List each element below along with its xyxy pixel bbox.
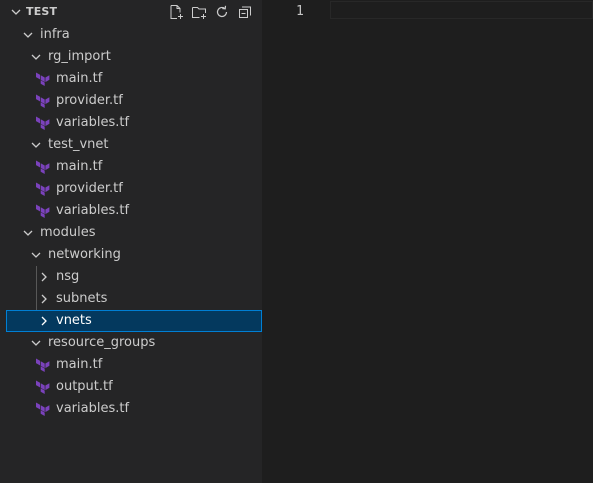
explorer-sidebar: TEST infra rg_import main.tf provider.tf… xyxy=(0,0,262,483)
folder-label: networking xyxy=(48,247,121,262)
explorer-actions xyxy=(168,4,253,20)
new-folder-icon[interactable] xyxy=(191,4,207,20)
refresh-icon[interactable] xyxy=(214,4,230,20)
tree-file-main-tf[interactable]: main.tf xyxy=(0,354,262,376)
folder-label: subnets xyxy=(56,291,108,306)
terraform-icon xyxy=(36,116,50,130)
chevron-down-icon xyxy=(28,137,44,153)
chevron-down-icon xyxy=(20,225,36,241)
chevron-right-icon xyxy=(36,291,52,307)
chevron-down-icon xyxy=(28,49,44,65)
tree-folder-resource-groups[interactable]: resource_groups xyxy=(0,332,262,354)
tree-file-variables-tf[interactable]: variables.tf xyxy=(0,398,262,420)
new-file-icon[interactable] xyxy=(168,4,184,20)
terraform-icon xyxy=(36,204,50,218)
tree-file-provider-tf[interactable]: provider.tf xyxy=(0,178,262,200)
folder-label: modules xyxy=(40,225,96,240)
workspace-title: TEST xyxy=(26,5,58,18)
file-label: main.tf xyxy=(56,71,103,86)
folder-label: test_vnet xyxy=(48,137,109,152)
tree-file-variables-tf[interactable]: variables.tf xyxy=(0,112,262,134)
file-label: main.tf xyxy=(56,159,103,174)
tree-folder-subnets[interactable]: subnets xyxy=(0,288,262,310)
terraform-icon xyxy=(36,160,50,174)
tree-folder-test-vnet[interactable]: test_vnet xyxy=(0,134,262,156)
file-label: variables.tf xyxy=(56,115,130,130)
tree-file-provider-tf[interactable]: provider.tf xyxy=(0,90,262,112)
folder-label: resource_groups xyxy=(48,335,156,350)
file-label: variables.tf xyxy=(56,401,130,416)
chevron-down-icon xyxy=(20,27,36,43)
explorer-header[interactable]: TEST xyxy=(0,0,262,24)
editor-area[interactable] xyxy=(262,0,593,483)
tree-folder-modules[interactable]: modules xyxy=(0,222,262,244)
tree-folder-networking[interactable]: networking xyxy=(0,244,262,266)
tree-file-variables-tf[interactable]: variables.tf xyxy=(0,200,262,222)
terraform-icon xyxy=(36,72,50,86)
chevron-right-icon xyxy=(36,313,52,329)
tree-file-main-tf[interactable]: main.tf xyxy=(0,68,262,90)
tree-folder-rg-import[interactable]: rg_import xyxy=(0,46,262,68)
line-number: 1 xyxy=(296,4,304,19)
file-tree: infra rg_import main.tf provider.tf vari… xyxy=(0,24,262,420)
folder-label: infra xyxy=(40,27,70,42)
tree-folder-nsg[interactable]: nsg xyxy=(0,266,262,288)
terraform-icon xyxy=(36,380,50,394)
folder-label: vnets xyxy=(56,313,92,328)
tree-file-main-tf[interactable]: main.tf xyxy=(0,156,262,178)
terraform-icon xyxy=(36,402,50,416)
file-label: variables.tf xyxy=(56,203,130,218)
file-label: provider.tf xyxy=(56,181,123,196)
terraform-icon xyxy=(36,358,50,372)
chevron-down-icon xyxy=(28,335,44,351)
chevron-down-icon[interactable] xyxy=(8,4,24,20)
tree-folder-infra[interactable]: infra xyxy=(0,24,262,46)
folder-label: nsg xyxy=(56,269,80,284)
file-label: provider.tf xyxy=(56,93,123,108)
chevron-down-icon xyxy=(28,247,44,263)
current-line-highlight[interactable] xyxy=(330,1,593,19)
terraform-icon xyxy=(36,182,50,196)
tree-folder-vnets[interactable]: vnets xyxy=(6,310,262,332)
chevron-right-icon xyxy=(36,269,52,285)
file-label: main.tf xyxy=(56,357,103,372)
terraform-icon xyxy=(36,94,50,108)
tree-file-output-tf[interactable]: output.tf xyxy=(0,376,262,398)
folder-label: rg_import xyxy=(48,49,111,64)
file-label: output.tf xyxy=(56,379,113,394)
collapse-all-icon[interactable] xyxy=(237,4,253,20)
